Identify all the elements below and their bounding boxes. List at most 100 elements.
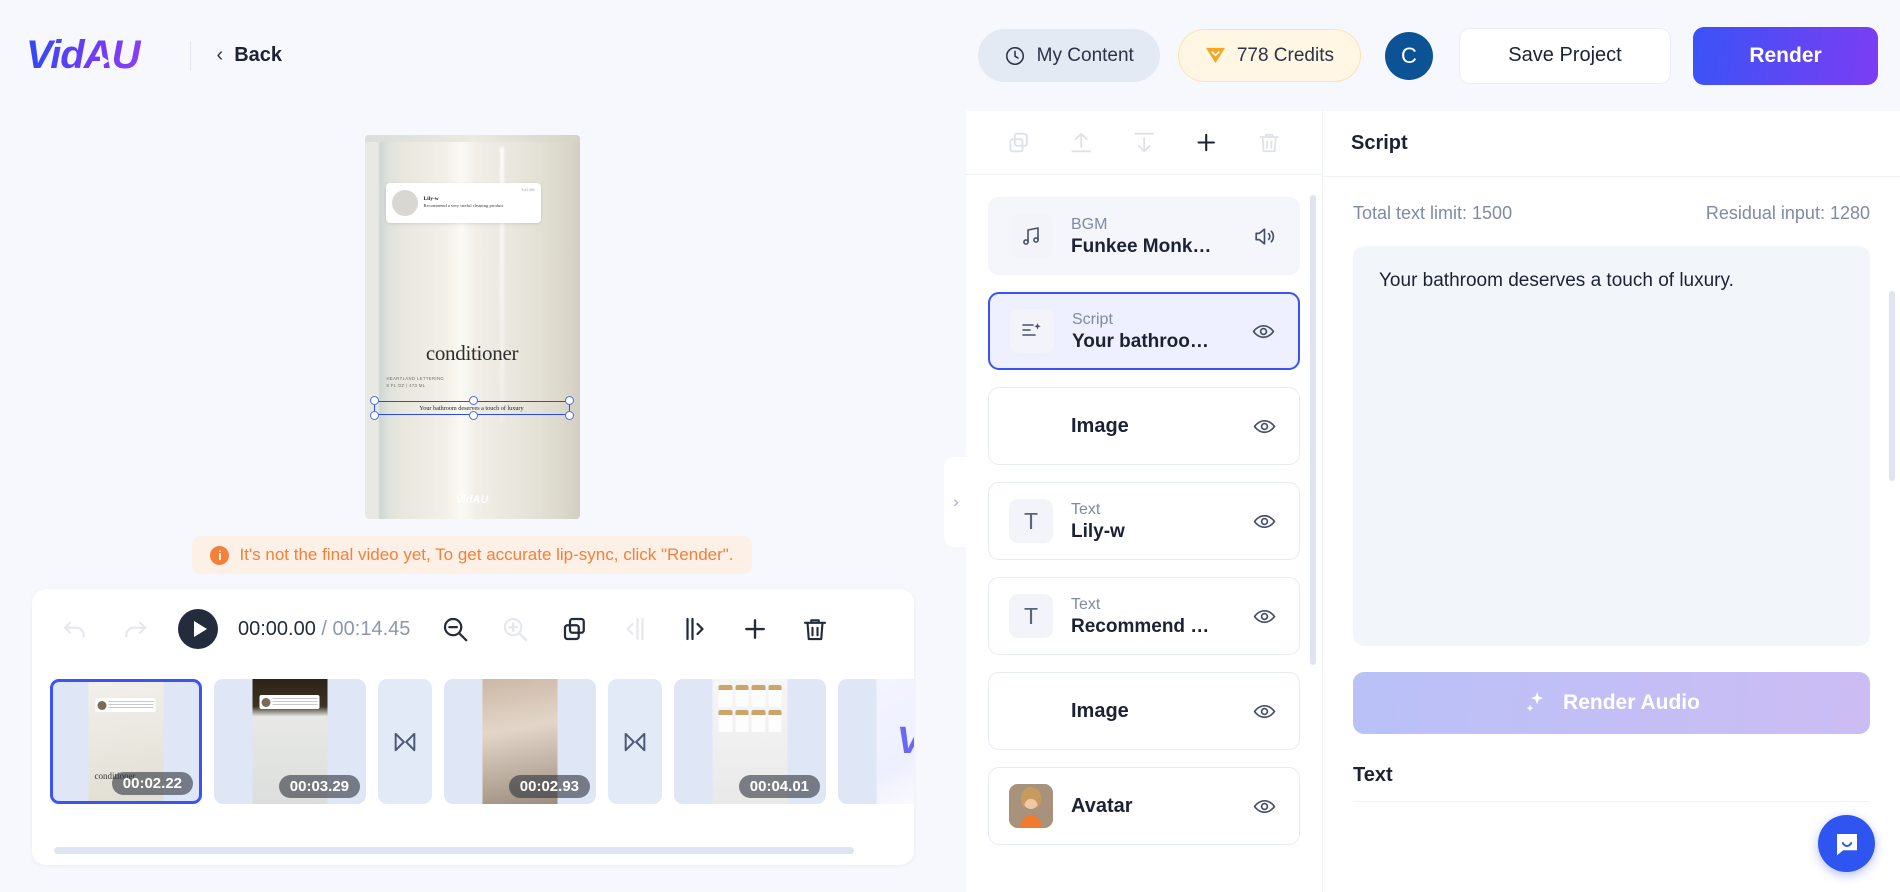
layer-item-avatar[interactable]: Avatar: [988, 767, 1300, 845]
clip-logo-text: Vi: [897, 720, 914, 763]
credits-button[interactable]: 778 Credits: [1177, 29, 1361, 82]
transition-icon: [624, 732, 646, 751]
split-right-icon[interactable]: [680, 614, 710, 644]
bottle-cap: [364, 135, 580, 142]
script-panel-title: Script: [1323, 111, 1900, 177]
vidau-logo[interactable]: VidAU: [26, 33, 144, 78]
layer-kind: Script: [1072, 311, 1113, 329]
save-project-label: Save Project: [1508, 44, 1622, 66]
avatar-thumbnail: [1009, 784, 1053, 828]
avatar[interactable]: C: [1385, 31, 1433, 80]
resize-handle-top-right[interactable]: [564, 396, 574, 405]
timeline-clip[interactable]: 00:03.29: [214, 679, 366, 804]
eye-icon[interactable]: [1252, 604, 1277, 629]
save-project-button[interactable]: Save Project: [1459, 27, 1671, 84]
eye-icon[interactable]: [1252, 794, 1277, 819]
clip-duration: 00:02.93: [508, 775, 590, 798]
layer-item-text-recommend[interactable]: T Text Recommend …: [988, 577, 1300, 655]
timeline-panel: 00:00.00 / 00:14.45 00:02.22 00:03.29 00…: [32, 589, 914, 865]
timeline-time: 00:00.00 / 00:14.45: [238, 618, 410, 641]
zoom-out-icon[interactable]: [440, 614, 470, 644]
transition-slot[interactable]: [608, 679, 662, 804]
chevron-left-icon: ‹: [216, 44, 224, 66]
volume-icon[interactable]: [1252, 224, 1277, 249]
resize-handle-bottom-center[interactable]: [468, 411, 478, 420]
info-icon: i: [210, 545, 230, 565]
layer-item-bgm[interactable]: BGM Funkee Monk…: [988, 197, 1300, 275]
render-audio-button[interactable]: Render Audio: [1353, 672, 1870, 734]
split-left-icon: [626, 617, 645, 641]
timeline-scrollbar[interactable]: [54, 847, 854, 854]
play-button[interactable]: [178, 609, 218, 649]
eye-icon[interactable]: [1252, 699, 1277, 724]
app-header: VidAU ‹ Back My Content 778 Credits C Sa…: [0, 0, 1900, 111]
eye-icon[interactable]: [1252, 414, 1277, 439]
timeline-clip[interactable]: 00:02.93: [444, 679, 596, 804]
chevron-right-icon: ›: [953, 491, 959, 511]
eye-icon[interactable]: [1251, 319, 1276, 344]
panel-collapse-toggle[interactable]: ›: [944, 456, 968, 547]
warning-text: It's not the final video yet, To get acc…: [239, 545, 734, 564]
total-time: 00:14.45: [332, 617, 411, 640]
clip-duration: 00:04.01: [738, 775, 820, 798]
resize-handle-bottom-left[interactable]: [369, 411, 379, 420]
resize-handle-bottom-right[interactable]: [564, 411, 574, 420]
text-icon: T: [1009, 499, 1053, 543]
eye-icon[interactable]: [1252, 509, 1277, 534]
add-icon[interactable]: [740, 614, 770, 644]
render-button[interactable]: Render: [1693, 26, 1878, 85]
timeline-filmstrip[interactable]: conditioner 00:02.22 00:03.29: [32, 669, 914, 814]
script-scrollbar[interactable]: [1889, 291, 1895, 481]
move-layer-up-icon: [1071, 132, 1092, 153]
layer-kind: Text: [1071, 596, 1101, 614]
music-note-icon: [1009, 214, 1053, 258]
video-stage: Lily-w Recommend a very useful cleaning …: [22, 111, 922, 577]
render-audio-label: Render Audio: [1563, 691, 1700, 714]
layer-kind: BGM: [1071, 216, 1108, 234]
timeline-clip[interactable]: Vi: [838, 679, 914, 804]
sparkle-icon: [1526, 692, 1544, 712]
layer-item-image-2[interactable]: Image: [988, 672, 1300, 750]
delete-icon[interactable]: [800, 614, 830, 644]
clip-duration: 00:02.22: [111, 772, 193, 795]
selected-text-box[interactable]: Your bathroom deserves a touch of luxury: [369, 396, 574, 420]
script-textarea[interactable]: Your bathroom deserves a touch of luxury…: [1353, 246, 1870, 646]
video-preview[interactable]: Lily-w Recommend a very useful cleaning …: [364, 135, 580, 519]
clip-overlay-card: [259, 695, 320, 709]
timeline-clip[interactable]: 00:04.01: [674, 679, 826, 804]
timeline-toolbar: 00:00.00 / 00:14.45: [32, 589, 914, 669]
my-content-label: My Content: [1036, 44, 1134, 66]
undo-icon: [63, 621, 85, 638]
layer-title: Avatar: [1071, 794, 1133, 817]
layer-item-image-1[interactable]: Image: [988, 387, 1300, 465]
my-content-button[interactable]: My Content: [977, 29, 1160, 82]
comment-name: Lily-w: [423, 196, 439, 203]
delete-layer-icon: [1259, 133, 1279, 153]
clip-overlay-card: [95, 698, 156, 712]
watermark-text: VidAU: [455, 494, 489, 506]
resize-handle-top-left[interactable]: [369, 396, 379, 405]
layer-item-script[interactable]: Script Your bathroo…: [988, 292, 1300, 370]
total-text-limit: Total text limit: 1500: [1353, 203, 1513, 223]
layers-list[interactable]: BGM Funkee Monk… Script Your bathroo… Im…: [966, 175, 1322, 892]
back-button[interactable]: ‹ Back: [217, 44, 282, 67]
bottle-label-text: conditioner: [425, 341, 519, 365]
transition-slot[interactable]: [378, 679, 432, 804]
comment-time: 9:41 AM: [521, 188, 535, 192]
move-layer-down-icon: [1134, 132, 1154, 153]
app-body: Lily-w Recommend a very useful cleaning …: [0, 111, 1900, 892]
back-label: Back: [234, 44, 282, 66]
layer-title: Lily-w: [1071, 520, 1125, 542]
timeline-clip[interactable]: conditioner 00:02.22: [50, 679, 202, 804]
chat-launcher-button[interactable]: [1818, 815, 1875, 872]
layer-title: Image: [1071, 414, 1129, 437]
script-meta: Total text limit: 1500 Residual input: 1…: [1323, 177, 1900, 224]
resize-handle-top-center[interactable]: [468, 396, 478, 405]
duplicate-icon[interactable]: [560, 614, 590, 644]
layer-icon-placeholder: [1009, 689, 1053, 733]
add-layer-icon[interactable]: [1193, 129, 1219, 156]
layer-item-text-lily[interactable]: T Text Lily-w: [988, 482, 1300, 560]
layers-scrollbar[interactable]: [1310, 195, 1316, 665]
redo-icon: [125, 621, 147, 638]
layer-icon-placeholder: [1009, 404, 1053, 448]
